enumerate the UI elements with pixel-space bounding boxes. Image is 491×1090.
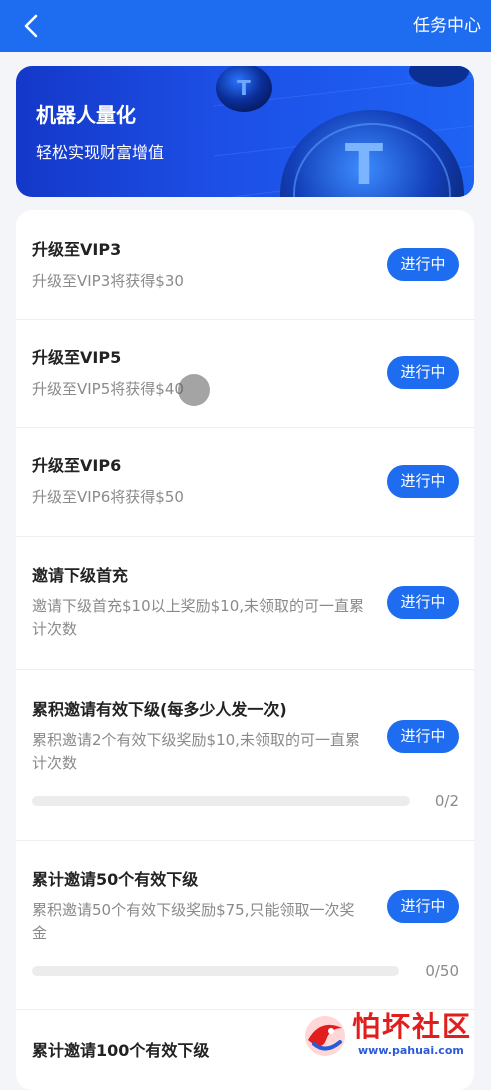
task-description: 累积邀请2个有效下级奖励$10,未领取的可一直累计次数 [32, 731, 360, 772]
watermark-logo-icon [305, 1016, 345, 1056]
top-bar: 任务中心 [0, 0, 491, 52]
task-item: 累计邀请50个有效下级 累积邀请50个有效下级奖励$75,只能领取一次奖金 进行… [16, 840, 474, 1010]
task-title: 累计邀请100个有效下级 [32, 1041, 210, 1060]
watermark: 怕坏社区 www.pahuai.com [300, 1010, 491, 1062]
banner-title: 机器人量化 [36, 103, 136, 127]
task-description: 累积邀请50个有效下级奖励$75,只能领取一次奖金 [32, 901, 355, 942]
progress-count: 0/2 [434, 792, 459, 810]
task-item: 升级至VIP5 升级至VIP5将获得$40 进行中 [16, 319, 474, 428]
banner-subtitle: 轻松实现财富增值 [36, 143, 165, 162]
task-item: 升级至VIP6 升级至VIP6将获得$50 进行中 [16, 427, 474, 537]
watermark-text: 怕坏社区 [352, 1010, 473, 1043]
chevron-left-icon [24, 14, 38, 38]
task-status-button[interactable]: 进行中 [387, 356, 459, 389]
watermark-url: www.pahuai.com [358, 1044, 464, 1057]
task-title: 升级至VIP6 [32, 456, 122, 475]
page-title: 任务中心 [413, 16, 481, 36]
svg-text:T: T [237, 76, 251, 100]
task-title: 累计邀请50个有效下级 [32, 870, 199, 889]
task-description: 邀请下级首充$10以上奖励$10,未领取的可一直累计次数 [32, 597, 365, 638]
task-title: 累积邀请有效下级(每多少人发一次) [32, 700, 287, 719]
touch-indicator [178, 374, 210, 406]
promo-banner: T T 机器人量化 轻松实现财富增值 [16, 66, 474, 197]
tether-coin-icon: T T [214, 66, 474, 197]
task-description: 升级至VIP3将获得$30 [32, 272, 184, 290]
progress-bar [32, 966, 399, 976]
progress-count: 0/50 [425, 962, 459, 980]
task-title: 升级至VIP3 [32, 240, 122, 259]
task-title: 升级至VIP5 [32, 348, 122, 367]
back-button[interactable] [20, 12, 44, 40]
task-status-button[interactable]: 进行中 [387, 465, 459, 498]
task-list: 升级至VIP3 升级至VIP3将获得$30 进行中 升级至VIP5 升级至VIP… [16, 210, 474, 1090]
task-item: 累积邀请有效下级(每多少人发一次) 累积邀请2个有效下级奖励$10,未领取的可一… [16, 669, 474, 841]
task-item: 邀请下级首充 邀请下级首充$10以上奖励$10,未领取的可一直累计次数 进行中 [16, 536, 474, 670]
task-item: 升级至VIP3 升级至VIP3将获得$30 进行中 [16, 210, 474, 320]
task-status-button[interactable]: 进行中 [387, 248, 459, 281]
task-description: 升级至VIP6将获得$50 [32, 488, 184, 506]
task-status-button[interactable]: 进行中 [387, 720, 459, 753]
task-status-button[interactable]: 进行中 [387, 890, 459, 923]
task-status-button[interactable]: 进行中 [387, 586, 459, 619]
progress-bar [32, 796, 410, 806]
svg-text:T: T [345, 133, 383, 197]
task-title: 邀请下级首充 [32, 566, 129, 585]
